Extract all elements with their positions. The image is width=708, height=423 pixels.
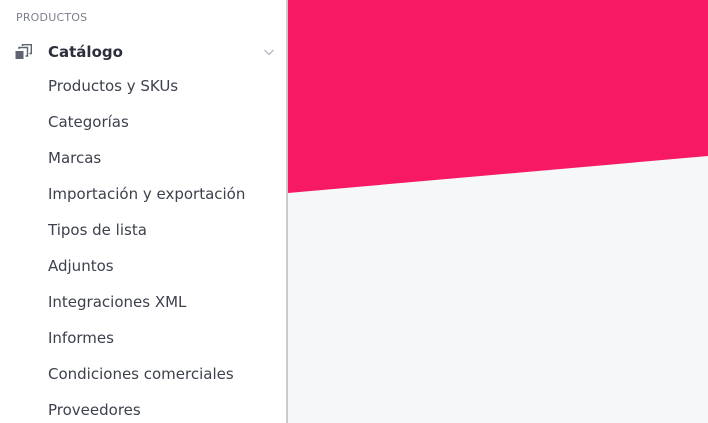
menu-item-adjuntos[interactable]: Adjuntos — [0, 250, 286, 286]
menu-item-condiciones-comerciales[interactable]: Condiciones comerciales — [0, 358, 286, 394]
banner-shape — [288, 0, 708, 193]
menu-item-integraciones-xml[interactable]: Integraciones XML — [0, 286, 286, 322]
catalog-submenu: Productos y SKUs Categorías Marcas Impor… — [0, 70, 286, 423]
menu-item-informes[interactable]: Informes — [0, 322, 286, 358]
sidebar: PRODUCTOS Catálogo Productos y SKUs Cate… — [0, 0, 286, 423]
menu-item-productos-skus[interactable]: Productos y SKUs — [0, 70, 286, 106]
header-banner — [288, 0, 708, 193]
menu-item-proveedores[interactable]: Proveedores — [0, 394, 286, 423]
app-window: PRODUCTOS Catálogo Productos y SKUs Cate… — [0, 0, 708, 423]
menu-item-importacion-exportacion[interactable]: Importación y exportación — [0, 178, 286, 214]
catalog-label: Catálogo — [48, 43, 123, 61]
catalog-group-header[interactable]: Catálogo — [0, 38, 286, 66]
menu-item-marcas[interactable]: Marcas — [0, 142, 286, 178]
section-title: PRODUCTOS — [16, 11, 88, 24]
menu-item-tipos-de-lista[interactable]: Tipos de lista — [0, 214, 286, 250]
chevron-down-icon[interactable] — [262, 44, 276, 58]
menu-item-categorias[interactable]: Categorías — [0, 106, 286, 142]
catalog-icon — [15, 44, 33, 60]
main-content — [288, 0, 708, 423]
